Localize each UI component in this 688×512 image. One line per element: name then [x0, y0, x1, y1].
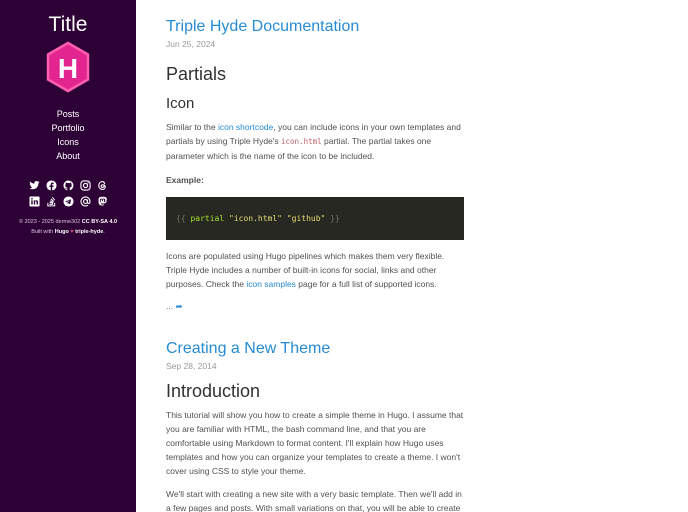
icon-samples-link[interactable]: icon samples	[246, 279, 296, 289]
facebook-icon[interactable]	[45, 180, 57, 191]
license-link[interactable]: CC BY-SA 4.0	[82, 219, 117, 225]
threads-icon[interactable]	[97, 180, 108, 191]
paragraph: This tutorial will show you how to creat…	[166, 410, 464, 476]
inline-code: icon.html	[281, 137, 322, 146]
telegram-icon[interactable]	[62, 196, 74, 207]
copyright: © 2023 - 2025 derme302 CC BY-SA 4.0	[0, 217, 136, 227]
icon-shortcode-link[interactable]: icon shortcode	[218, 122, 273, 132]
code-fn: partial	[190, 214, 225, 223]
built-with-text: Built with	[31, 229, 54, 235]
instagram-icon[interactable]	[79, 180, 91, 191]
paragraph-text: page for a full list of supported icons.	[295, 279, 437, 289]
sidebar: Title H Posts Portfolio Icons About © 20…	[0, 0, 136, 512]
site-title[interactable]: Title	[0, 13, 136, 37]
code-open: {{	[176, 214, 186, 223]
subsection-heading: Icon	[166, 95, 195, 112]
paragraph: Similar to the icon shortcode, you can i…	[166, 120, 466, 163]
triple-hyde-link[interactable]: triple-hyde	[75, 229, 103, 235]
main-content: Triple Hyde Documentation Jun 25, 2024 P…	[166, 0, 466, 512]
section-heading: Partials	[166, 64, 227, 84]
sidebar-nav: Posts Portfolio Icons About	[0, 107, 136, 163]
logo-letter: H	[58, 53, 78, 84]
github-icon[interactable]	[62, 180, 74, 191]
code-close: }}	[330, 214, 340, 223]
code-block: {{ partial "icon.html" "github" }}	[166, 197, 464, 240]
post-summary: Triple Hyde Documentation Jun 25, 2024 P…	[166, 17, 466, 313]
copyright-text: © 2023 - 2025 derme302	[18, 219, 81, 225]
paragraph: We'll start with creating a new site wit…	[166, 489, 462, 512]
post-date: Sep 28, 2014	[166, 361, 217, 371]
post-title-link[interactable]: Triple Hyde Documentation	[166, 17, 466, 37]
section-heading: Introduction	[166, 381, 261, 401]
post-date: Jun 25, 2024	[166, 39, 216, 49]
hugo-logo-icon[interactable]: H	[44, 41, 92, 93]
built-with: Built with Hugo ♥ triple-hyde.	[0, 227, 136, 237]
code-args: "icon.html" "github"	[229, 214, 326, 223]
social-links	[26, 180, 110, 207]
email-icon[interactable]	[79, 196, 91, 207]
read-more-dots: ...	[166, 301, 174, 311]
nav-icons[interactable]: Icons	[0, 135, 136, 149]
post-summary: Creating a New Theme Sep 28, 2014 Introd…	[166, 339, 466, 512]
post-title-link[interactable]: Creating a New Theme	[166, 339, 466, 359]
built-with-suffix: .	[103, 229, 105, 235]
paragraph: Icons are populated using Hugo pipelines…	[166, 249, 466, 291]
nav-about[interactable]: About	[0, 149, 136, 163]
stackoverflow-icon[interactable]	[46, 196, 57, 207]
twitter-icon[interactable]	[28, 180, 40, 191]
read-more-arrow-icon[interactable]: ➦	[175, 301, 182, 311]
example-label: Example:	[166, 173, 466, 187]
example-label-text: Example:	[166, 175, 204, 185]
read-more[interactable]: ... ➦	[166, 299, 466, 313]
nav-posts[interactable]: Posts	[0, 107, 136, 121]
nav-portfolio[interactable]: Portfolio	[0, 121, 136, 135]
mastodon-icon[interactable]	[97, 196, 108, 207]
paragraph-text: Similar to the	[166, 122, 218, 132]
hugo-link[interactable]: Hugo	[55, 229, 69, 235]
linkedin-icon[interactable]	[28, 196, 40, 207]
heart-icon: ♥	[70, 229, 74, 235]
